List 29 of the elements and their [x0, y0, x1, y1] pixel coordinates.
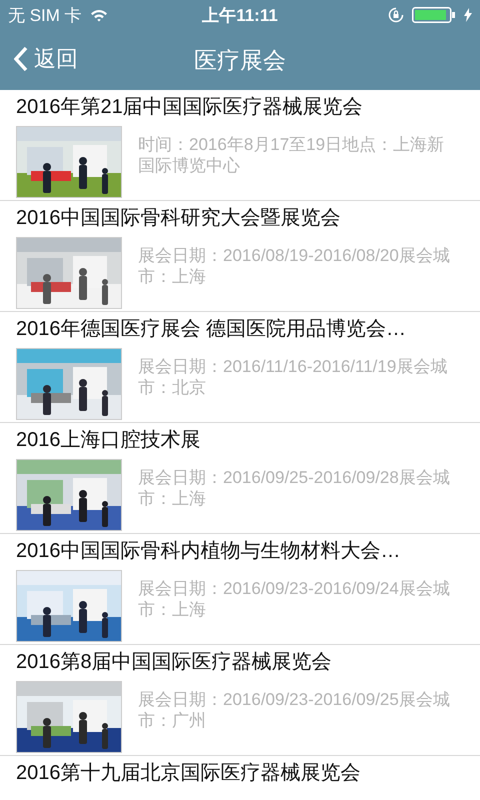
exhibition-details: 时间：2016年8月17至19日地点：上海新国际博览中心	[138, 134, 446, 177]
exhibition-title: 2016中国国际骨科内植物与生物材料大会…	[16, 539, 402, 564]
exhibition-title: 2016年德国医疗展会 德国医院用品博览会…	[16, 317, 408, 342]
exhibition-title: 2016中国国际骨科研究大会暨展览会	[16, 206, 342, 231]
rotation-lock-icon	[388, 7, 404, 23]
exhibition-details: 展会日期：2016/09/23-2016/09/25展会城市：广州	[138, 689, 451, 732]
exhibition-row[interactable]: 2016年第21届中国国际医疗器械展览会 时间：2016年8月17至19日地点：上海新国际博览中心	[0, 90, 480, 201]
charging-icon	[464, 8, 472, 22]
page-title: 医疗展会	[194, 46, 286, 74]
wifi-icon	[90, 8, 108, 22]
exhibition-title: 2016年第21届中国国际医疗器械展览会	[16, 95, 364, 120]
exhibition-details: 展会日期：2016/09/23-2016/09/24展会城市：上海	[138, 578, 451, 621]
back-button[interactable]: 返回	[10, 42, 82, 76]
exhibition-details: 展会日期：2016/11/16-2016/11/19展会城市：北京	[138, 356, 448, 399]
exhibition-title: 2016第8届中国国际医疗器械展览会	[16, 650, 333, 675]
battery-icon	[412, 7, 456, 23]
chevron-left-icon	[14, 46, 28, 72]
exhibition-row[interactable]: 2016中国国际骨科内植物与生物材料大会… 展会日期：2016/09/23-2016/09/24展会城市：上海	[0, 534, 480, 645]
exhibition-details: 展会日期：2016/09/25-2016/09/28展会城市：上海	[138, 467, 451, 510]
exhibition-row[interactable]: 2016年德国医疗展会 德国医院用品博览会… 展会日期：2016/11/16-2016/11/19展会城市：北京	[0, 312, 480, 423]
exhibition-row[interactable]: 2016上海口腔技术展 展会日期：2016/09/25-2016/09/28展会城市：上海	[0, 423, 480, 534]
exhibition-title: 2016第十九届北京国际医疗器械展览会	[16, 761, 362, 786]
exhibition-details: 展会日期：2016/08/19-2016/08/20展会城市：上海	[138, 245, 451, 288]
exhibition-row[interactable]: 2016中国国际骨科研究大会暨展览会 展会日期：2016/08/19-2016/08/20展会城市：上海	[0, 201, 480, 312]
exhibition-row[interactable]: 2016第十九届北京国际医疗器械展览会	[0, 756, 480, 800]
exhibition-row[interactable]: 2016第8届中国国际医疗器械展览会 展会日期：2016/09/23-2016/09/25展会城市：广州	[0, 645, 480, 756]
clock-time: 上午11:11	[202, 4, 278, 26]
exhibition-title: 2016上海口腔技术展	[16, 428, 202, 453]
carrier-label: 无 SIM 卡	[8, 4, 82, 26]
